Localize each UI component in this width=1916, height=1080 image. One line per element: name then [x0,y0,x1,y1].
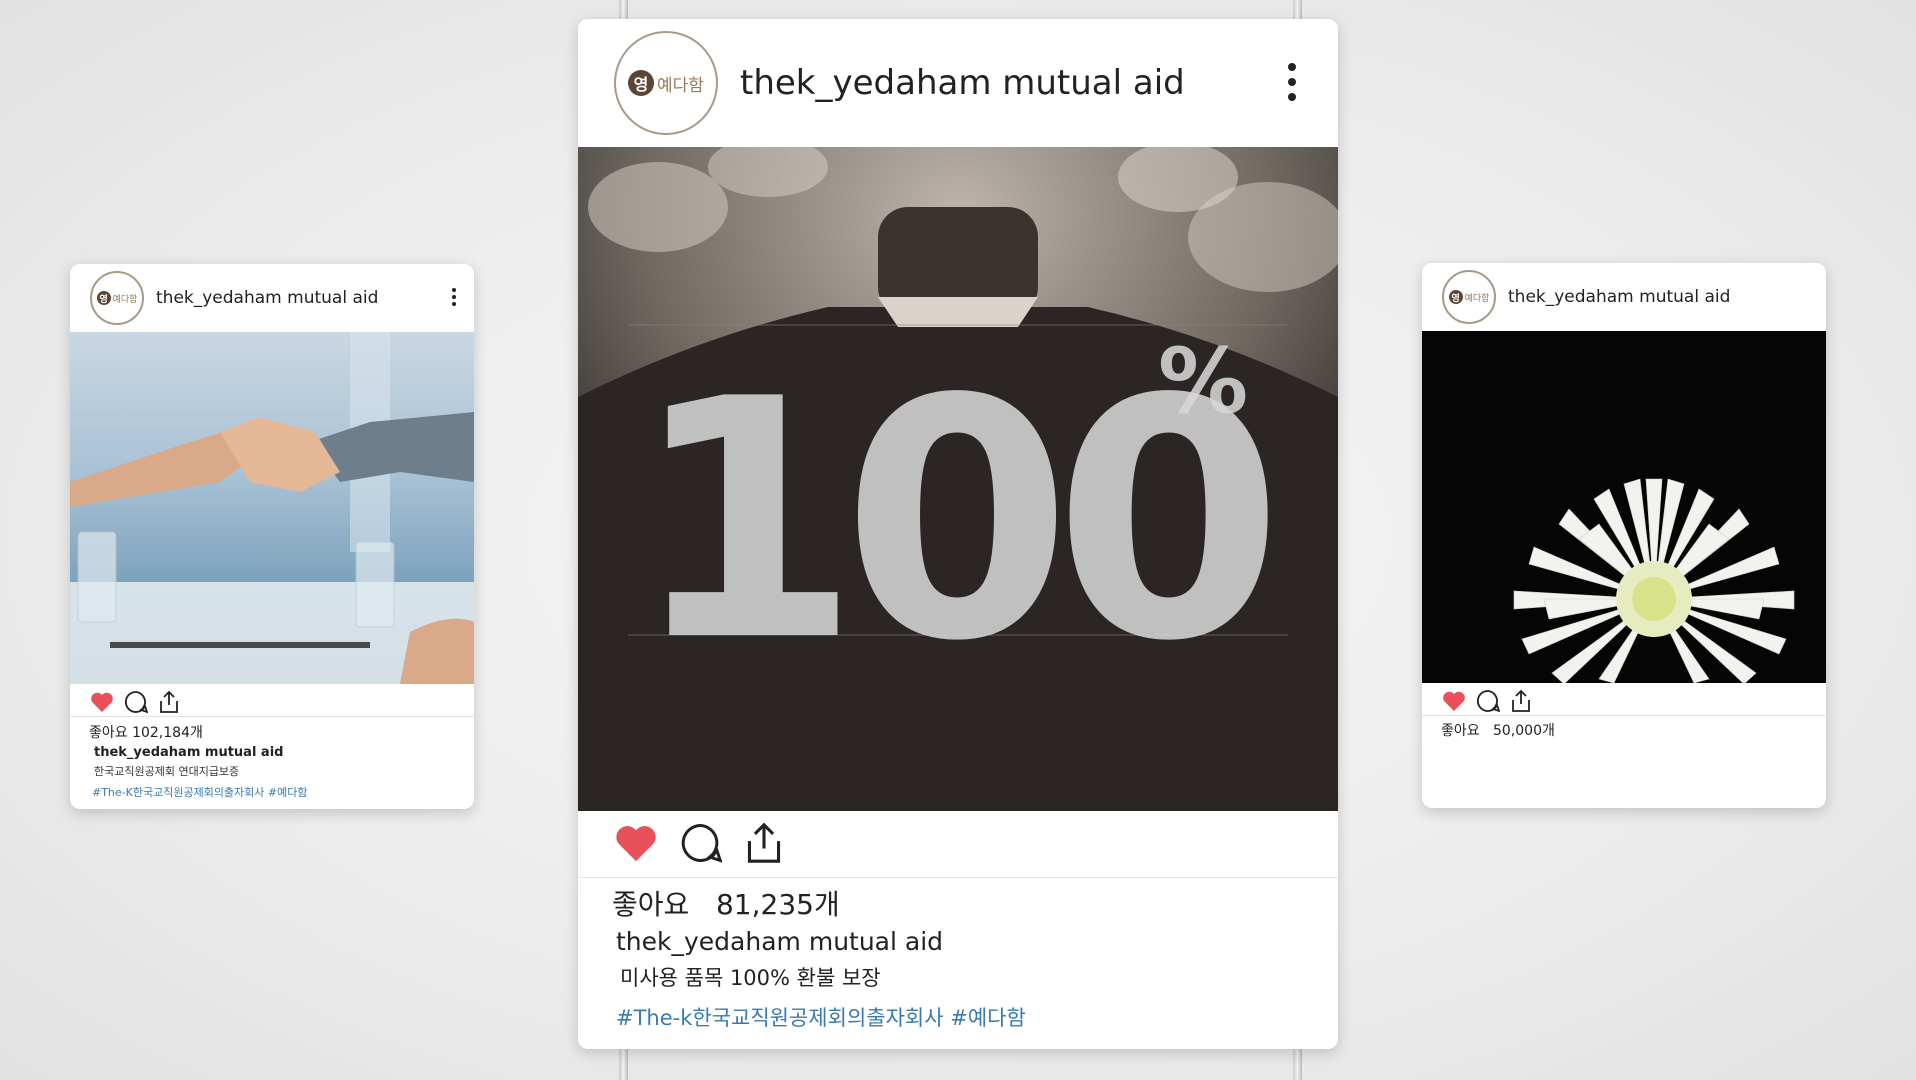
caption-username[interactable]: thek_yedaham mutual aid [616,927,943,956]
share-icon[interactable] [1510,689,1532,713]
avatar[interactable]: 영 예다함 [614,31,718,135]
post-header: 영 예다함 thek_yedaham mutual aid [578,19,1338,147]
post-image-handshake [70,332,474,684]
hashtags[interactable]: #The-k한국교직원공제회의출자회사 #예다함 [616,1002,1026,1032]
brand-wordmark: 예다함 [657,75,704,96]
comment-icon[interactable] [680,822,722,864]
likes-count[interactable]: 좋아요 81,235개 [612,883,840,923]
heart-icon[interactable] [90,691,114,713]
avatar[interactable]: 영 예다함 [90,271,144,325]
hashtags[interactable]: #The-K한국교직원공제회의출자회사 #예다함 [92,784,308,800]
brand-wordmark: 예다함 [112,294,138,305]
likes-count[interactable]: 좋아요 102,184개 [89,722,203,742]
username[interactable]: thek_yedaham mutual aid [156,288,378,308]
post-card-right: 영 예다함 thek_yedaham mutual aid 좋아요 50,000… [1422,263,1826,808]
heart-icon[interactable] [614,823,658,863]
post-card-left: 영 예다함 thek_yedaham mutual aid 좋아요 102,18… [70,264,474,809]
brand-wordmark: 예다함 [1464,293,1490,304]
likes-count[interactable]: 좋아요 50,000개 [1441,720,1555,740]
comment-icon[interactable] [124,690,148,714]
username[interactable]: thek_yedaham mutual aid [740,63,1185,103]
caption-text: 미사용 품목 100% 환불 보장 [620,966,881,990]
brand-seal: 영 [1448,290,1463,304]
brand-seal: 영 [628,70,655,96]
post-card-center: 영 예다함 thek_yedaham mutual aid 100 % 좋아요 … [578,19,1338,1049]
more-icon[interactable] [452,288,456,306]
more-icon[interactable] [1288,63,1296,101]
post-header: 영 예다함 thek_yedaham mutual aid [70,264,474,332]
avatar[interactable]: 영 예다함 [1442,270,1496,324]
divider [578,877,1338,878]
divider [70,716,474,717]
share-icon[interactable] [158,690,180,714]
headline-percent: % [1158,329,1248,434]
post-image-chrysanthemum [1422,331,1826,683]
comment-icon[interactable] [1476,689,1500,713]
post-actions [1442,689,1532,713]
post-image-100-percent: 100 % [578,147,1338,811]
divider [1422,715,1826,716]
share-icon[interactable] [744,821,784,865]
post-actions [90,690,180,714]
post-header: 영 예다함 thek_yedaham mutual aid [1422,263,1826,331]
post-actions [614,821,784,865]
caption-username[interactable]: thek_yedaham mutual aid [94,745,283,760]
caption-text: 한국교직원공제회 연대지급보증 [94,765,240,778]
heart-icon[interactable] [1442,690,1466,712]
username[interactable]: thek_yedaham mutual aid [1508,287,1730,307]
brand-seal: 영 [96,291,111,305]
